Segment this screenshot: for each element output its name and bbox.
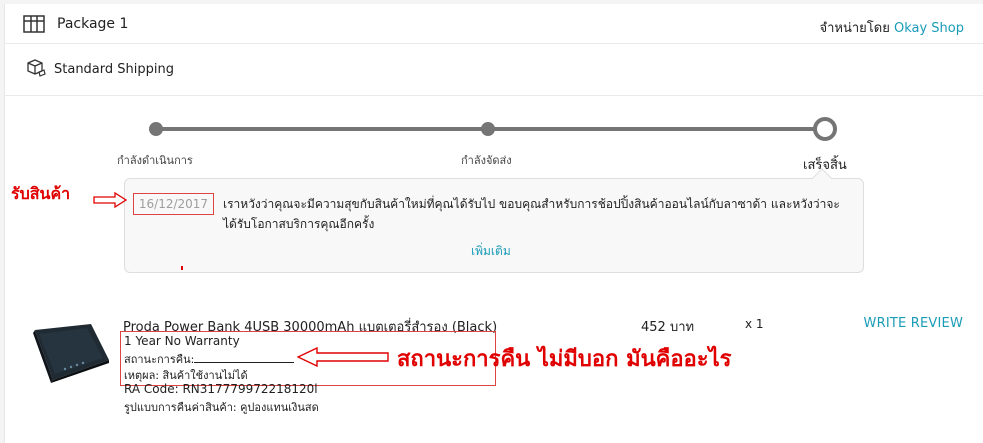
progress-step-label: กำลังดำเนินการ (117, 154, 193, 167)
status-message: เราหวังว่าคุณจะมีความสุขกับสินค้าใหม่ที่… (223, 197, 840, 231)
seller-link[interactable]: Okay Shop (894, 21, 964, 36)
progress-step-dot (481, 122, 495, 136)
return-status-label: สถานะการคืน: (124, 353, 195, 366)
product-image[interactable] (29, 322, 113, 388)
product-quantity: x 1 (745, 317, 764, 331)
order-package-card: Package 1 จำหน่ายโดย Okay Shop Standard … (4, 4, 983, 443)
ra-code: RA Code: RN317779972218120l (124, 382, 318, 396)
progress-current-step-dot (813, 117, 837, 141)
refund-type: รูปแบบการคืนค่าสินค้า: คูปองแทนเงินสด (124, 401, 319, 414)
annotation-mark (181, 266, 183, 270)
annotation-question: สถานะการคืน ไม่มีบอก มันคืออะไร (397, 347, 732, 372)
package-title: Package 1 (57, 16, 129, 32)
annotation-received-label: รับสินค้า (11, 184, 71, 203)
seller-info: จำหน่ายโดย Okay Shop (819, 17, 964, 38)
product-warranty: 1 Year No Warranty (124, 334, 240, 348)
annotation-arrow-icon (93, 191, 128, 212)
package-header: Package 1 จำหน่ายโดย Okay Shop (5, 4, 983, 44)
status-message-box: 16/12/2017 เราหวังว่าคุณจะมีความสุขกับสิ… (124, 168, 864, 273)
return-status-empty (194, 352, 295, 363)
annotation-arrow-icon (296, 346, 389, 371)
shipping-method: Standard Shipping (54, 62, 174, 77)
progress-step-label: กำลังจัดส่ง (461, 154, 512, 167)
status-date: 16/12/2017 (133, 193, 214, 215)
write-review-button[interactable]: WRITE REVIEW (864, 316, 963, 331)
more-link[interactable]: เพิ่มเติม (471, 242, 511, 261)
seller-prefix: จำหน่ายโดย (819, 21, 890, 36)
package-icon (23, 15, 45, 37)
shipping-row: Standard Shipping (5, 44, 983, 96)
product-price: 452 บาท (641, 320, 695, 335)
truck-icon (26, 59, 46, 81)
progress-step-dot (149, 122, 163, 136)
